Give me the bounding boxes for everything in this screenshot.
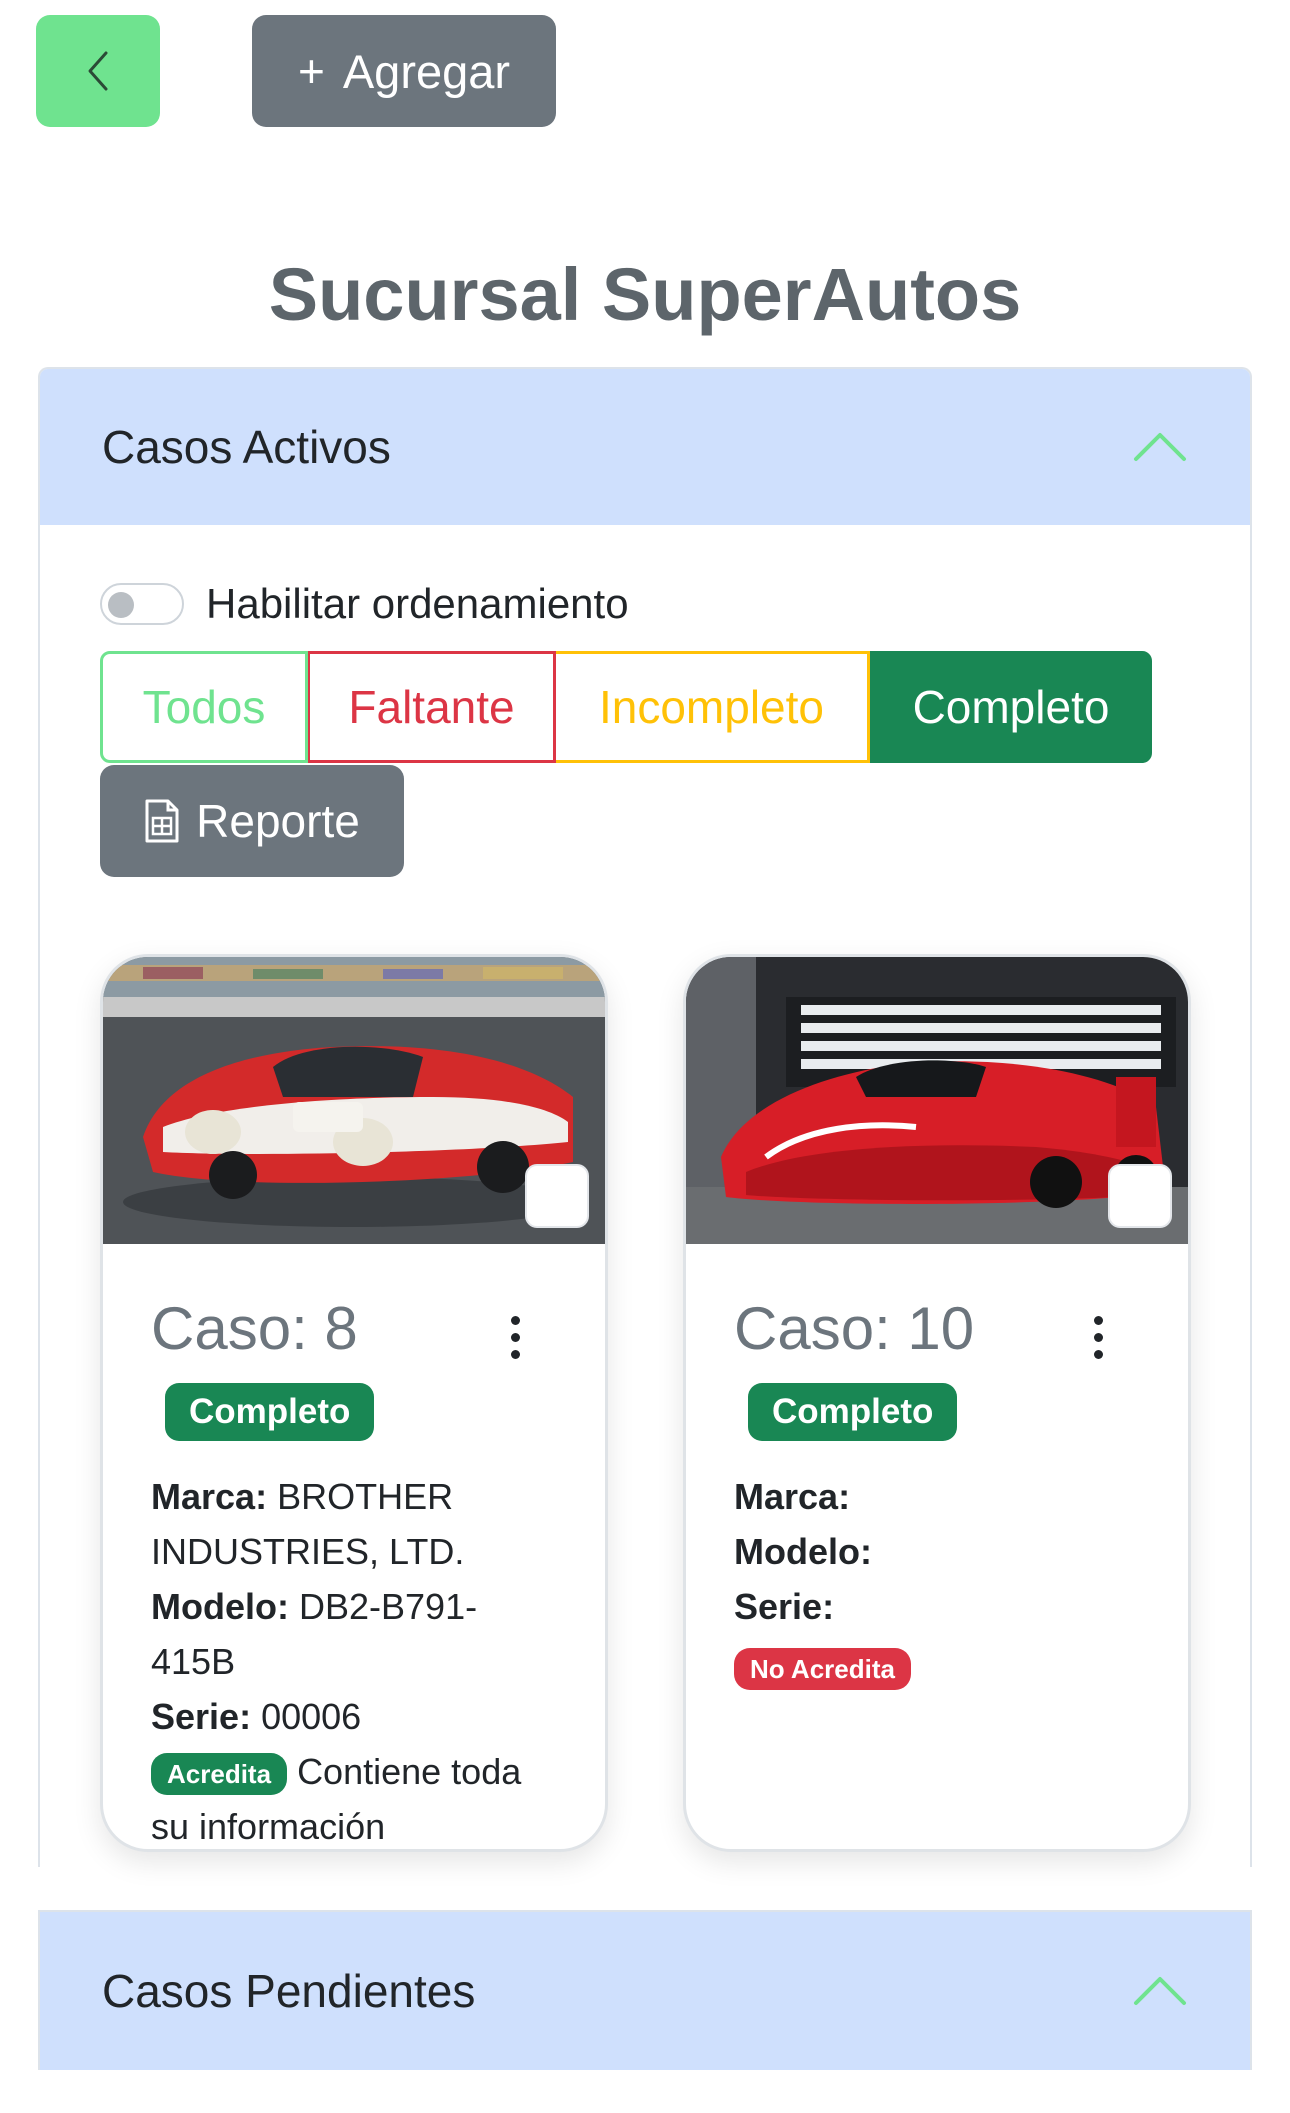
chevron-left-icon (88, 51, 108, 91)
filter-todos[interactable]: Todos (100, 651, 308, 763)
no-accredit-badge: No Acredita (734, 1648, 911, 1691)
active-cases-title: Casos Activos (102, 421, 391, 473)
serie-label: Serie: (734, 1586, 835, 1627)
card-select-checkbox[interactable] (1108, 1164, 1172, 1228)
status-filter-group: Todos Faltante Incompleto Completo (100, 651, 1152, 763)
card-select-checkbox[interactable] (525, 1164, 589, 1228)
serie-value: 00006 (261, 1696, 362, 1737)
page-title: Sucursal SuperAutos (268, 253, 1022, 336)
back-button[interactable] (36, 15, 160, 127)
spreadsheet-file-icon (145, 799, 179, 843)
filter-completo[interactable]: Completo (870, 651, 1152, 763)
sort-toggle[interactable] (100, 583, 184, 625)
report-button[interactable]: Reporte (100, 765, 404, 877)
serie-label: Serie: (151, 1696, 252, 1737)
kebab-menu-icon[interactable] (511, 1316, 521, 1367)
case-title: Caso: 10 (734, 1295, 975, 1362)
active-cases-accordion: Casos Activos Habilitar ordenamiento Tod… (38, 367, 1252, 1867)
card-body: Caso: 8 Completo Marca: BROTHER INDUSTRI… (103, 1244, 605, 1849)
case-info: Marca: Modelo: Serie: No Acredita (734, 1469, 1140, 1691)
case-card[interactable]: Caso: 8 Completo Marca: BROTHER INDUSTRI… (100, 954, 608, 1852)
marca-label: Marca: (151, 1476, 268, 1517)
chevron-up-icon (1134, 433, 1186, 461)
add-button-label: Agregar (342, 44, 511, 98)
kebab-menu-icon[interactable] (1094, 1316, 1104, 1367)
status-badge: Completo (165, 1383, 375, 1441)
report-button-label: Reporte (196, 795, 360, 847)
filter-faltante[interactable]: Faltante (308, 651, 556, 763)
marca-label: Marca: (734, 1476, 851, 1517)
plus-icon: + (297, 45, 325, 97)
pending-cases-accordion: Casos Pendientes (38, 1910, 1252, 2070)
top-bar: + Agregar (36, 15, 556, 127)
modelo-label: Modelo: (734, 1531, 872, 1572)
chevron-up-icon (1134, 1977, 1186, 2005)
pending-cases-title: Casos Pendientes (102, 1965, 476, 2017)
add-button[interactable]: + Agregar (252, 15, 556, 127)
car-image (103, 957, 605, 1244)
active-cases-header[interactable]: Casos Activos (40, 369, 1250, 525)
pending-cases-header[interactable]: Casos Pendientes (40, 1912, 1250, 2070)
sort-toggle-row: Habilitar ordenamiento (100, 580, 629, 628)
case-info: Marca: BROTHER INDUSTRIES, LTD. Modelo: … (151, 1469, 557, 1849)
sort-toggle-label: Habilitar ordenamiento (206, 580, 629, 627)
card-body: Caso: 10 Completo Marca: Modelo: Serie: … (686, 1244, 1188, 1691)
status-badge: Completo (748, 1383, 958, 1441)
modelo-label: Modelo: (151, 1586, 289, 1627)
accredit-badge: Acredita (151, 1753, 288, 1796)
filter-incompleto[interactable]: Incompleto (556, 651, 870, 763)
case-title: Caso: 8 (151, 1295, 358, 1362)
car-image (686, 957, 1188, 1244)
case-card[interactable]: Caso: 10 Completo Marca: Modelo: Serie: … (683, 954, 1191, 1852)
